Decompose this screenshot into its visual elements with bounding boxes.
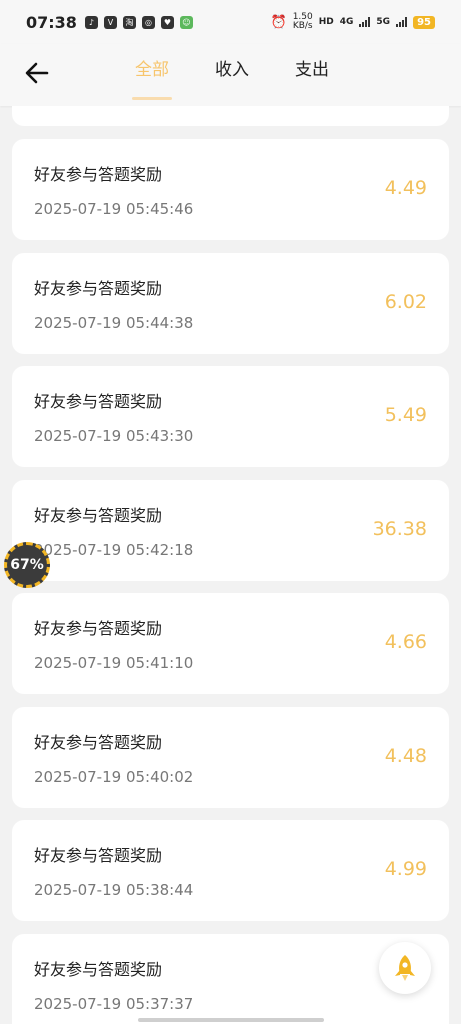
- record-amount: 4.99: [384, 858, 427, 880]
- record-date: 2025-07-19 05:42:18: [34, 541, 194, 559]
- list-item[interactable]: 好友参与答题奖励 2025-07-19 05:40:02 4.48: [12, 707, 449, 808]
- record-title: 好友参与答题奖励: [34, 506, 163, 525]
- record-list[interactable]: 好友参与答题奖励 2025-07-19 05:45:46 4.49 好友参与答题…: [0, 106, 461, 1024]
- tiktok-icon: ♪: [84, 15, 98, 29]
- arrow-left-icon: [25, 62, 49, 84]
- notification-icons: ♪ V 淘 ◎ ♥ ☺: [84, 15, 193, 29]
- list-item[interactable]: 好友参与答题奖励 2025-07-19 05:45:46 4.49: [12, 139, 449, 240]
- record-title: 好友参与答题奖励: [34, 279, 163, 298]
- list-item[interactable]: 好友参与答题奖励 2025-07-19 05:42:18 36.38: [12, 480, 449, 581]
- signal-icon-1: [359, 17, 371, 27]
- hd-label: HD: [318, 17, 334, 27]
- record-date: 2025-07-19 05:38:44: [34, 881, 194, 899]
- status-bar: 07:38 ♪ V 淘 ◎ ♥ ☺ ⏰ 1.50 KB/s HD 4G 5G 95: [0, 0, 461, 44]
- tab-all[interactable]: 全部: [112, 44, 192, 106]
- app-heart-icon: ♥: [160, 15, 174, 29]
- app-green-icon: ☺: [179, 15, 193, 29]
- list-item[interactable]: [12, 106, 449, 126]
- record-amount: 4.49: [384, 177, 427, 199]
- alarm-icon: ⏰: [270, 14, 287, 30]
- record-date: 2025-07-19 05:45:46: [34, 200, 194, 218]
- battery-indicator: 95: [413, 15, 435, 29]
- record-date: 2025-07-19 05:44:38: [34, 314, 194, 332]
- record-amount: 5.49: [384, 404, 427, 426]
- record-title: 好友参与答题奖励: [34, 960, 163, 979]
- list-item[interactable]: 好友参与答题奖励 2025-07-19 05:38:44 4.99: [12, 820, 449, 921]
- list-item[interactable]: 好友参与答题奖励 2025-07-19 05:41:10 4.66: [12, 593, 449, 694]
- app-v-icon: V: [103, 15, 117, 29]
- record-date: 2025-07-19 05:41:10: [34, 654, 194, 672]
- record-date: 2025-07-19 05:40:02: [34, 768, 194, 786]
- home-indicator: [138, 1018, 324, 1022]
- tab-income[interactable]: 收入: [192, 44, 272, 106]
- tab-expense[interactable]: 支出: [272, 44, 352, 106]
- page-header: 全部 收入 支出: [0, 44, 461, 106]
- record-amount: 36.38: [372, 518, 427, 540]
- tab-bar: 全部 收入 支出: [112, 44, 352, 106]
- record-date: 2025-07-19 05:37:37: [34, 995, 194, 1013]
- rocket-icon: [395, 955, 415, 981]
- record-amount: 6.02: [384, 291, 427, 313]
- app-circle-icon: ◎: [141, 15, 155, 29]
- record-title: 好友参与答题奖励: [34, 733, 163, 752]
- record-amount: 4.66: [384, 631, 427, 653]
- record-amount: 4.48: [384, 745, 427, 767]
- record-date: 2025-07-19 05:43:30: [34, 427, 194, 445]
- back-to-top-button[interactable]: [379, 942, 431, 994]
- record-title: 好友参与答题奖励: [34, 846, 163, 865]
- floating-progress-badge[interactable]: 67%: [4, 542, 50, 588]
- signal-icon-2: [396, 17, 408, 27]
- list-item[interactable]: 好友参与答题奖励 2025-07-19 05:43:30 5.49: [12, 366, 449, 467]
- record-title: 好友参与答题奖励: [34, 165, 163, 184]
- back-button[interactable]: [22, 58, 52, 88]
- list-item[interactable]: 好友参与答题奖励 2025-07-19 05:44:38 6.02: [12, 253, 449, 354]
- record-title: 好友参与答题奖励: [34, 392, 163, 411]
- status-right: ⏰ 1.50 KB/s HD 4G 5G 95: [271, 13, 435, 31]
- status-time: 07:38: [26, 12, 77, 32]
- sim1-label: 4G: [339, 17, 354, 27]
- record-title: 好友参与答题奖励: [34, 619, 163, 638]
- sim2-label: 5G: [376, 17, 391, 27]
- net-speed: 1.50 KB/s: [292, 12, 313, 31]
- taobao-icon: 淘: [122, 15, 136, 29]
